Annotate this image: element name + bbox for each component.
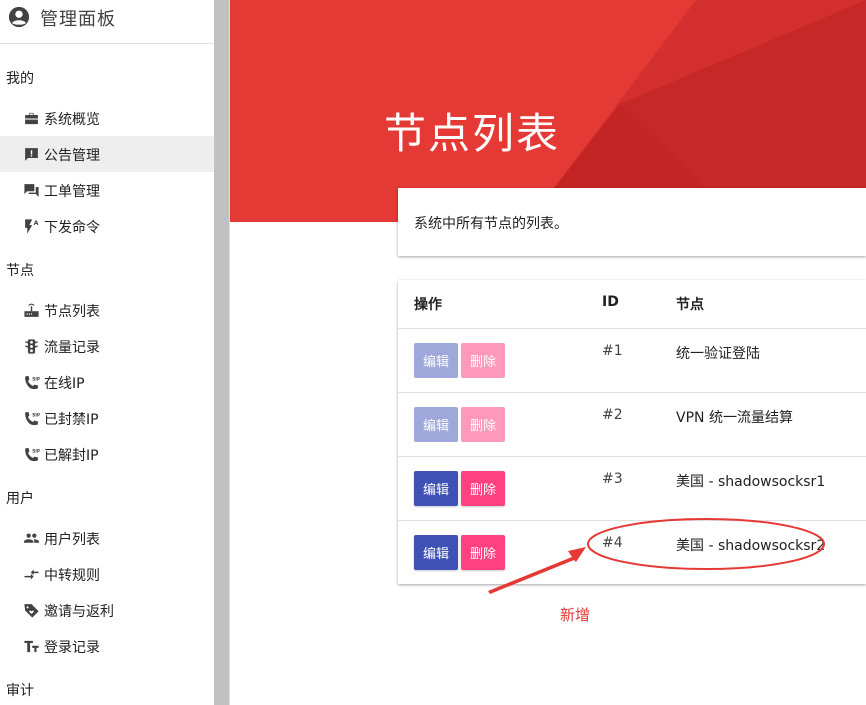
sidebar-item-label: 下发命令: [44, 220, 100, 236]
sidebar-item-label: 已解封IP: [44, 448, 99, 464]
sidebar-item-label: 邀请与返利: [44, 604, 114, 620]
node-id: #2: [602, 407, 623, 423]
section-label-nodes: 节点: [6, 263, 34, 279]
traffic-icon: [25, 339, 38, 354]
node-name: 美国 - shadowsocksr1: [676, 474, 826, 490]
table-row: 编辑 删除 #3 美国 - shadowsocksr1: [398, 456, 866, 520]
sidebar-item-user-list[interactable]: 用户列表: [0, 520, 214, 556]
router-icon: [24, 303, 39, 317]
account-circle-icon: [8, 6, 30, 28]
sidebar-item-label: 节点列表: [44, 304, 100, 320]
sidebar-item-label: 流量记录: [44, 340, 100, 356]
delete-button[interactable]: 删除: [461, 343, 505, 378]
table-row: 编辑 删除 #4 美国 - shadowsocksr2: [398, 520, 866, 584]
edit-button[interactable]: 编辑: [414, 343, 458, 378]
node-id: #1: [602, 343, 623, 359]
sidebar-item-relay-rules[interactable]: 中转规则: [0, 556, 214, 592]
sidebar-item-invites[interactable]: 邀请与返利: [0, 592, 214, 628]
brand-title: 管理面板: [40, 9, 116, 30]
sidebar-item-announcements[interactable]: 公告管理: [0, 136, 214, 172]
description-text: 系统中所有节点的列表。: [414, 216, 568, 232]
delete-button[interactable]: 删除: [461, 407, 505, 442]
sidebar-item-label: 在线IP: [44, 376, 85, 392]
svg-text:SIP: SIP: [32, 412, 40, 418]
sidebar-item-traffic-log[interactable]: 流量记录: [0, 328, 214, 364]
sidebar-item-node-list[interactable]: 节点列表: [0, 292, 214, 328]
sidebar-item-label: 中转规则: [44, 568, 100, 584]
sidebar-item-banned-ip[interactable]: SIP 已封禁IP: [0, 400, 214, 436]
column-header-actions: 操作: [414, 297, 442, 313]
edit-button[interactable]: 编辑: [414, 471, 458, 506]
annotation-label: 新增: [560, 606, 591, 624]
transfer-arrow-icon: [24, 569, 39, 580]
section-label-audit: 审计: [6, 683, 34, 699]
sidebar-scrollbar[interactable]: [214, 0, 229, 705]
flash-auto-icon: A: [25, 219, 39, 234]
section-label-mine: 我的: [6, 71, 34, 87]
svg-text:SIP: SIP: [32, 448, 40, 454]
brand-header[interactable]: 管理面板: [0, 0, 214, 44]
description-card: 系统中所有节点的列表。: [398, 188, 866, 256]
sidebar-item-unbanned-ip[interactable]: SIP 已解封IP: [0, 436, 214, 472]
sidebar-item-label: 工单管理: [44, 184, 100, 200]
node-name: 统一验证登陆: [676, 346, 760, 362]
table-row: 编辑 删除 #2 VPN 统一流量结算: [398, 392, 866, 456]
table-row: 编辑 删除 #1 统一验证登陆: [398, 328, 866, 392]
node-name: 美国 - shadowsocksr2: [676, 538, 826, 554]
node-id: #4: [602, 535, 623, 551]
sidebar-item-login-log[interactable]: 登录记录: [0, 628, 214, 664]
node-name: VPN 统一流量结算: [676, 410, 793, 426]
page-title: 节点列表: [384, 109, 561, 158]
section-label-users: 用户: [6, 491, 34, 507]
announcement-icon: [25, 148, 38, 161]
delete-button[interactable]: 删除: [461, 535, 505, 570]
sidebar-item-commands[interactable]: A 下发命令: [0, 208, 214, 244]
people-icon: [23, 533, 40, 543]
svg-text:A: A: [34, 219, 39, 227]
sip-phone-icon: SIP: [25, 376, 40, 390]
sidebar-item-label: 用户列表: [44, 532, 100, 548]
column-header-node: 节点: [676, 297, 704, 313]
sidebar-item-tickets[interactable]: 工单管理: [0, 172, 214, 208]
loyalty-tag-icon: [24, 604, 39, 618]
sip-phone-icon: SIP: [25, 448, 40, 462]
briefcase-icon: [25, 112, 38, 125]
delete-button[interactable]: 删除: [461, 471, 505, 506]
edit-button[interactable]: 编辑: [414, 407, 458, 442]
text-fields-icon: [24, 640, 39, 653]
sidebar-item-online-ip[interactable]: SIP 在线IP: [0, 364, 214, 400]
sidebar: 管理面板 我的 系统概览 公告管理 工单管理 A 下发命令 节点 节点列表 流量…: [0, 0, 214, 705]
sidebar-item-label: 已封禁IP: [44, 412, 99, 428]
forum-icon: [24, 184, 39, 197]
sidebar-item-label: 系统概览: [44, 112, 100, 128]
sip-phone-icon: SIP: [25, 412, 40, 426]
sidebar-item-overview[interactable]: 系统概览: [0, 100, 214, 136]
node-table: 操作 ID 节点 编辑 删除 #1 统一验证登陆 编辑 删除 #2 VPN 统一…: [398, 280, 866, 584]
edit-button[interactable]: 编辑: [414, 535, 458, 570]
svg-text:SIP: SIP: [32, 376, 40, 382]
column-header-id: ID: [602, 294, 619, 310]
sidebar-item-label: 公告管理: [44, 148, 100, 164]
sidebar-item-label: 登录记录: [44, 640, 100, 656]
node-id: #3: [602, 471, 623, 487]
